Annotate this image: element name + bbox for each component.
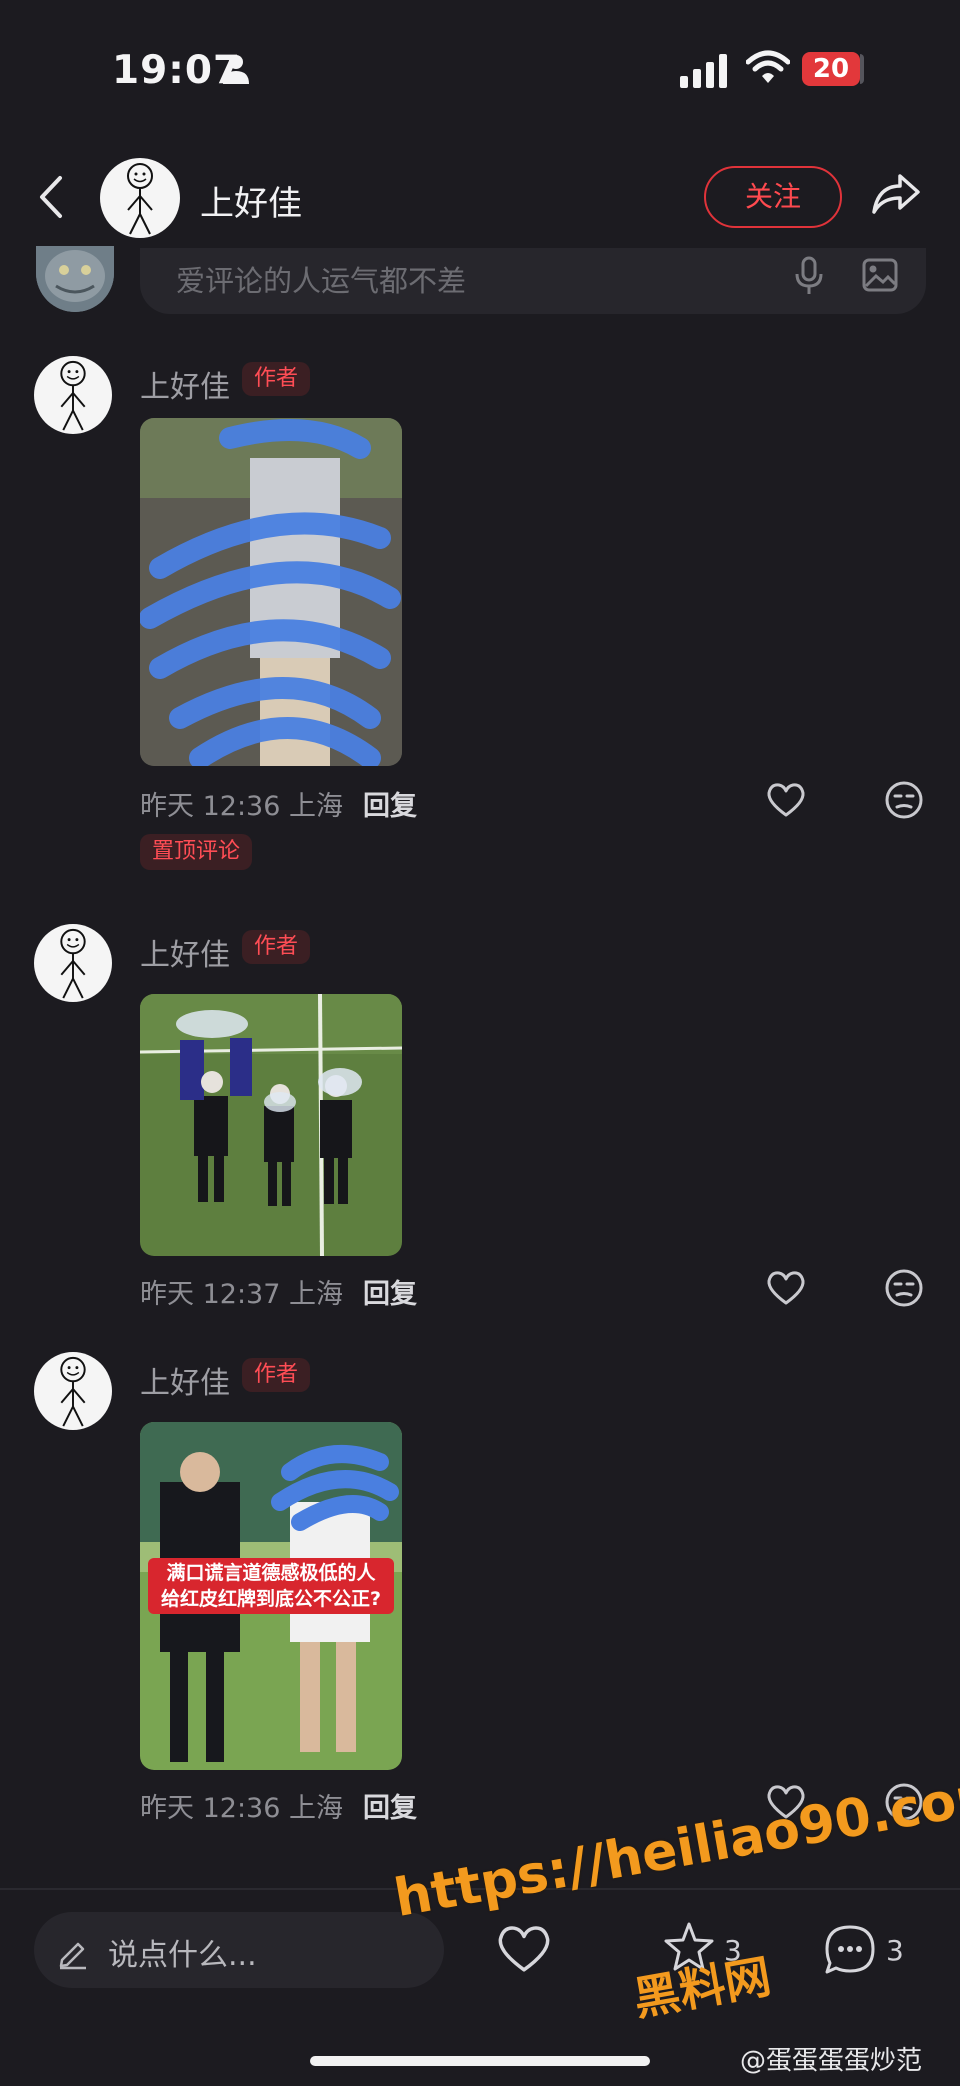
comment-avatar[interactable]	[34, 1352, 112, 1430]
battery-indicator: 20	[802, 52, 866, 86]
weibo-watermark: @蛋蛋蛋蛋炒范	[740, 2046, 923, 2076]
heart-icon[interactable]	[766, 1270, 806, 1306]
watermark-url: https://heiliao90.com	[390, 1761, 960, 1930]
image-icon[interactable]	[862, 258, 898, 292]
stick-figure-icon	[60, 1356, 86, 1427]
mic-icon[interactable]	[794, 256, 824, 296]
share-icon[interactable]	[870, 168, 922, 218]
comment-author[interactable]: 上好佳	[140, 362, 230, 406]
comment-photo[interactable]: 满口谎言道德感极低的人 给红皮红牌到底公不公正?	[140, 1422, 402, 1770]
comment-photo[interactable]	[140, 418, 402, 766]
comment-count: 3	[886, 1934, 904, 1967]
stick-figure-icon	[60, 928, 86, 999]
image-caption: 满口谎言道德感极低的人 给红皮红牌到底公不公正?	[148, 1560, 394, 1612]
pencil-icon	[59, 1942, 86, 1970]
comment-photo[interactable]	[140, 994, 402, 1256]
stick-figure-icon	[60, 360, 86, 431]
author-tag: 作者	[242, 930, 311, 964]
battery-level: 20	[812, 54, 850, 84]
header-avatar[interactable]	[100, 158, 180, 238]
watermark-cn: 黑料网	[629, 1948, 775, 2027]
comment-time: 昨天 12:36 上海	[140, 1793, 343, 1824]
chat-icon[interactable]	[822, 1922, 878, 1978]
comment-meta: 昨天 12:37 上海 回复	[140, 1272, 417, 1311]
comment-time: 昨天 12:37 上海	[140, 1279, 343, 1310]
author-tag: 作者	[242, 1358, 311, 1392]
signal-icon	[680, 54, 727, 88]
comment-avatar[interactable]	[34, 356, 112, 434]
meh-face-icon[interactable]	[884, 780, 924, 820]
image-caption-line1: 满口谎言道德感极低的人	[166, 1562, 376, 1584]
comment-author[interactable]: 上好佳	[140, 930, 230, 974]
comment-meta: 昨天 12:36 上海 回复	[140, 1786, 417, 1825]
home-indicator[interactable]	[310, 2056, 650, 2066]
reply-button[interactable]: 回复	[363, 1793, 417, 1824]
wifi-icon	[746, 50, 790, 83]
reply-button[interactable]: 回复	[363, 1279, 417, 1310]
comment-time: 昨天 12:36 上海	[140, 791, 343, 822]
follow-button[interactable]: 关注	[704, 166, 842, 228]
comment-avatar[interactable]	[34, 924, 112, 1002]
say-something-placeholder[interactable]: 说点什么...	[108, 1930, 257, 1974]
stick-figure-icon	[127, 163, 153, 235]
image-caption-line2: 给红皮红牌到底公不公正?	[160, 1588, 382, 1610]
meh-face-icon[interactable]	[884, 1268, 924, 1308]
reply-button[interactable]: 回复	[363, 791, 417, 822]
author-tag: 作者	[242, 362, 311, 396]
comment-input-placeholder[interactable]: 爱评论的人运气都不差	[176, 258, 466, 300]
back-icon[interactable]	[36, 172, 66, 222]
heart-icon[interactable]	[496, 1924, 552, 1974]
heart-icon[interactable]	[766, 782, 806, 818]
my-avatar	[36, 246, 114, 312]
person-icon	[223, 55, 249, 84]
comment-author[interactable]: 上好佳	[140, 1358, 230, 1402]
comment-meta: 昨天 12:36 上海 回复	[140, 784, 417, 823]
pinned-comment-tag: 置顶评论	[140, 834, 253, 870]
header-username[interactable]: 上好佳	[200, 176, 302, 225]
